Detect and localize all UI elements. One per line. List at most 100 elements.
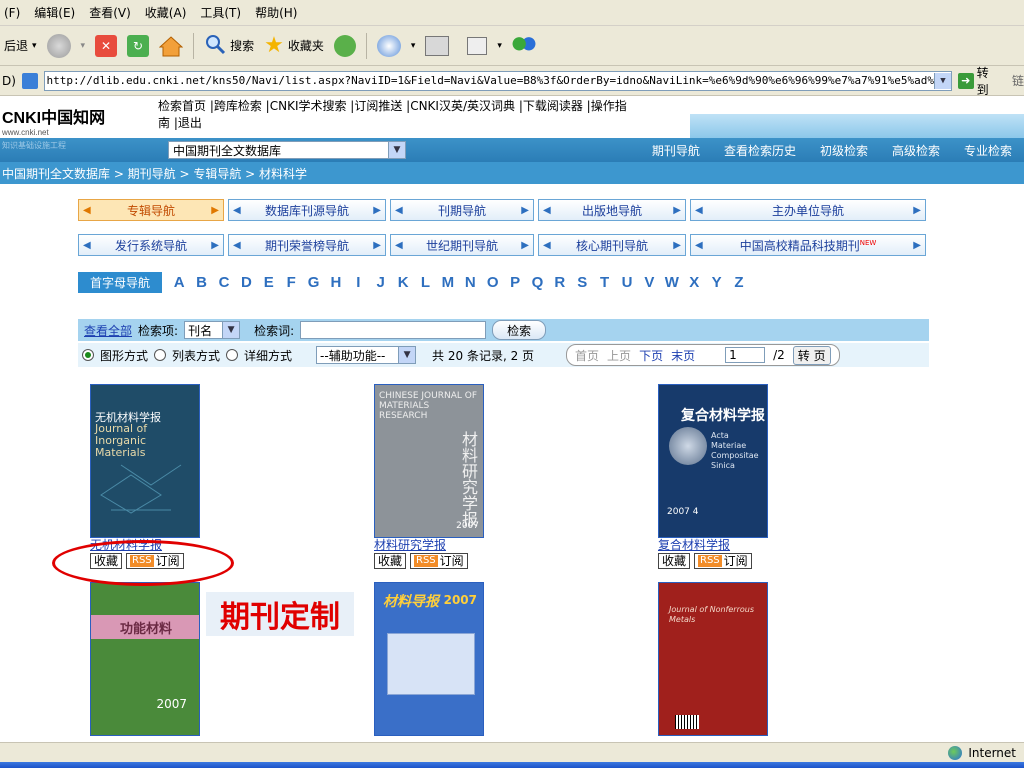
rss-subscribe-button[interactable]: RSS 订阅 [694, 553, 752, 569]
view-all-link[interactable]: 查看全部 [84, 322, 132, 339]
favorite-button[interactable]: 收藏 [374, 553, 407, 569]
top-links[interactable]: 检索首页 |跨库检索 |CNKI学术搜索 |订阅推送 |CNKI汉英/英汉词典 … [158, 98, 738, 132]
alphabet-letter-o[interactable]: O [481, 274, 503, 291]
dropdown-arrow-icon[interactable]: ▾ [32, 41, 37, 51]
nav-century[interactable]: ◀ 世纪期刊导航 ▶ [390, 234, 534, 256]
tab-basic-search[interactable]: 初级检索 [808, 142, 880, 159]
alphabet-letter-k[interactable]: K [392, 274, 414, 291]
home-icon[interactable] [159, 35, 184, 57]
alphabet-letter-h[interactable]: H [325, 274, 347, 291]
menu-view[interactable]: 查看(V) [89, 4, 131, 21]
chevron-down-icon[interactable]: ▼ [933, 72, 951, 89]
journal-cover[interactable]: 材料导报 2007 [374, 582, 484, 736]
pager-next[interactable]: 下页 [639, 347, 663, 364]
go-button[interactable]: ➜ 转到 [957, 64, 1000, 98]
forward-icon[interactable] [46, 33, 71, 58]
refresh-icon[interactable]: ↻ [127, 34, 150, 57]
turn-page-button[interactable]: 转 页 [792, 345, 831, 365]
history-icon[interactable] [333, 34, 356, 57]
database-select[interactable]: 中国期刊全文数据库 ▼ [168, 141, 406, 159]
field-select[interactable]: 刊名 ▼ [184, 321, 241, 339]
alphabet-letter-a[interactable]: A [168, 274, 190, 291]
print-icon[interactable] [425, 35, 450, 56]
nav-honor-list[interactable]: ◀ 期刊荣誉榜导航 ▶ [228, 234, 386, 256]
alphabet-letter-l[interactable]: L [414, 274, 436, 291]
stop-icon[interactable]: ✕ [95, 34, 118, 57]
alphabet-letter-c[interactable]: C [213, 274, 235, 291]
alphabet-letter-v[interactable]: V [638, 274, 660, 291]
radio-graphic[interactable] [82, 349, 94, 361]
nav-db-source[interactable]: ◀ 数据库刊源导航 ▶ [228, 199, 386, 221]
site-header: CNKI中国知网 www.cnki.net 检索首页 |跨库检索 |CNKI学术… [0, 96, 1024, 138]
browser-toolbar: 后退 ▾ ▾ ✕ ↻ 搜索 ★ 收藏夹 ▾ ▾ [0, 26, 1024, 66]
menu-edit[interactable]: 编辑(E) [34, 4, 75, 21]
alphabet-letter-e[interactable]: E [258, 274, 280, 291]
journal-title[interactable]: 复合材料学报 [658, 536, 730, 553]
tab-journal-nav[interactable]: 期刊导航 [640, 142, 712, 159]
radio-list[interactable] [154, 349, 167, 361]
alphabet-letter-q[interactable]: Q [526, 274, 548, 291]
journal-cover[interactable]: CHINESE JOURNAL OF MATERIALS RESEARCH 材料… [374, 384, 484, 538]
favorite-button[interactable]: 收藏 [658, 553, 691, 569]
nav-special-collection[interactable]: ◀ 专辑导航 ▶ [78, 199, 224, 221]
dropdown-arrow-icon[interactable]: ▾ [411, 41, 416, 51]
nav-issue[interactable]: ◀ 刊期导航 ▶ [390, 199, 534, 221]
dropdown-arrow-icon[interactable]: ▾ [81, 41, 86, 51]
page-number-input[interactable]: 1 [725, 347, 766, 363]
radio-detail[interactable] [226, 349, 239, 361]
alphabet-letter-r[interactable]: R [549, 274, 571, 291]
alphabet-letter-s[interactable]: S [571, 274, 593, 291]
search-input[interactable] [300, 321, 487, 339]
edit-icon[interactable] [467, 36, 488, 55]
alphabet-letter-z[interactable]: Z [728, 274, 750, 291]
menu-file[interactable]: (F) [4, 6, 20, 20]
cover-graphic [100, 464, 182, 514]
rss-subscribe-button[interactable]: RSS 订阅 [410, 553, 468, 569]
cnki-logo[interactable]: CNKI中国知网 www.cnki.net [2, 104, 105, 137]
links-label[interactable]: 链 [1012, 72, 1024, 89]
alphabet-letter-u[interactable]: U [616, 274, 638, 291]
dropdown-arrow-icon[interactable]: ▾ [497, 41, 502, 51]
alphabet-letter-g[interactable]: G [302, 274, 324, 291]
mail-icon[interactable] [376, 34, 401, 57]
alphabet-letter-y[interactable]: Y [705, 274, 727, 291]
alphabet-letter-t[interactable]: T [593, 274, 615, 291]
journal-cover[interactable]: 无机材料学报 Journal of Inorganic Materials [90, 384, 200, 538]
alphabet-letter-w[interactable]: W [661, 274, 683, 291]
tab-search-history[interactable]: 查看检索历史 [712, 142, 808, 159]
top-links-line2[interactable]: 南 |退出 [158, 115, 738, 132]
alphabet-letter-j[interactable]: J [370, 274, 392, 291]
alphabet-letter-x[interactable]: X [683, 274, 705, 291]
search-submit-button[interactable]: 检索 [492, 320, 547, 340]
top-links-line1[interactable]: 检索首页 |跨库检索 |CNKI学术搜索 |订阅推送 |CNKI汉英/英汉词典 … [158, 98, 738, 115]
alphabet-letter-i[interactable]: I [347, 274, 369, 291]
journal-cover[interactable]: Journal of Nonferrous Metals [658, 582, 768, 736]
favorites-button[interactable]: ★ 收藏夹 [264, 33, 324, 58]
menu-help[interactable]: 帮助(H) [255, 4, 297, 21]
nav-core-journal[interactable]: ◀ 核心期刊导航 ▶ [538, 234, 686, 256]
field-label: 检索项: [138, 323, 179, 338]
nav-sponsor[interactable]: ◀ 主办单位导航 ▶ [690, 199, 926, 221]
tab-expert-search[interactable]: 专业检索 [952, 142, 1024, 159]
alphabet-letter-d[interactable]: D [235, 274, 257, 291]
nav-publication-place[interactable]: ◀ 出版地导航 ▶ [538, 199, 686, 221]
alphabet-letter-n[interactable]: N [459, 274, 481, 291]
alphabet-letter-p[interactable]: P [504, 274, 526, 291]
tab-advanced-search[interactable]: 高级检索 [880, 142, 952, 159]
menu-favorites[interactable]: 收藏(A) [145, 4, 187, 21]
alphabet-letter-b[interactable]: B [190, 274, 212, 291]
alphabet-letter-m[interactable]: M [437, 274, 459, 291]
url-field[interactable]: http://dlib.edu.cnki.net/kns50/Navi/list… [43, 70, 952, 91]
journal-cover[interactable]: 复合材料学报 Acta Materiae Compositae Sinica 2… [658, 384, 768, 538]
alphabet-letter-f[interactable]: F [280, 274, 302, 291]
journal-cover[interactable]: 功能材料 2007 [90, 582, 200, 736]
nav-distribution[interactable]: ◀ 发行系统导航 ▶ [78, 234, 224, 256]
pager-last[interactable]: 末页 [671, 347, 695, 364]
messenger-icon[interactable] [511, 34, 536, 57]
back-button[interactable]: 后退 ▾ [4, 37, 37, 54]
journal-title[interactable]: 材料研究学报 [374, 536, 446, 553]
menu-tools[interactable]: 工具(T) [200, 4, 241, 21]
aux-function-select[interactable]: --辅助功能-- ▼ [316, 346, 417, 364]
nav-university-journal[interactable]: ◀ 中国高校精品科技期刊NEW ▶ [690, 234, 926, 256]
search-button[interactable]: 搜索 [204, 33, 254, 58]
